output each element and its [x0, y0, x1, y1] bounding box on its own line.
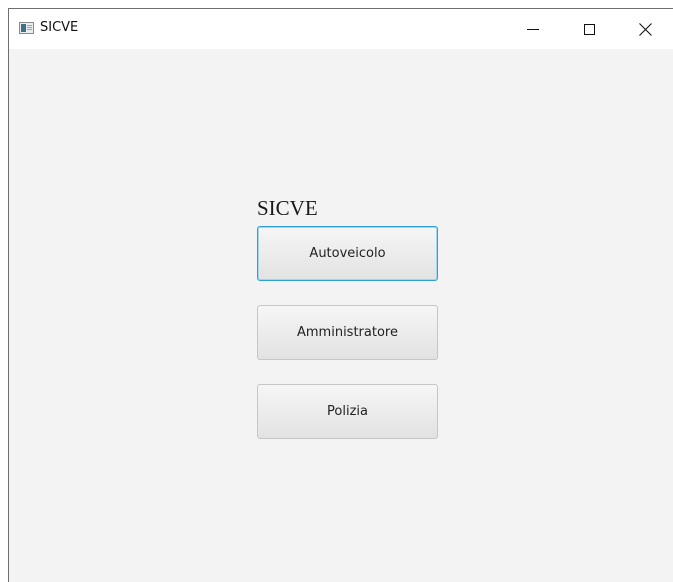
minimize-button[interactable]: [505, 9, 561, 49]
close-icon: [638, 22, 652, 36]
autoveicolo-button[interactable]: Autoveicolo: [257, 226, 438, 281]
maximize-button[interactable]: [561, 9, 617, 49]
title-bar[interactable]: SICVE: [9, 9, 673, 49]
app-heading: SICVE: [257, 196, 318, 220]
maximize-icon: [583, 23, 595, 35]
main-content: SICVE Autoveicolo Amministratore Polizia: [9, 49, 673, 582]
polizia-button[interactable]: Polizia: [257, 384, 438, 439]
app-window: SICVE SICVE Autoveicolo Amministratore P…: [8, 8, 673, 582]
minimize-icon: [527, 28, 539, 30]
window-title: SICVE: [40, 20, 79, 35]
amministratore-button[interactable]: Amministratore: [257, 305, 438, 360]
close-button[interactable]: [617, 9, 673, 49]
app-icon[interactable]: [19, 22, 34, 34]
